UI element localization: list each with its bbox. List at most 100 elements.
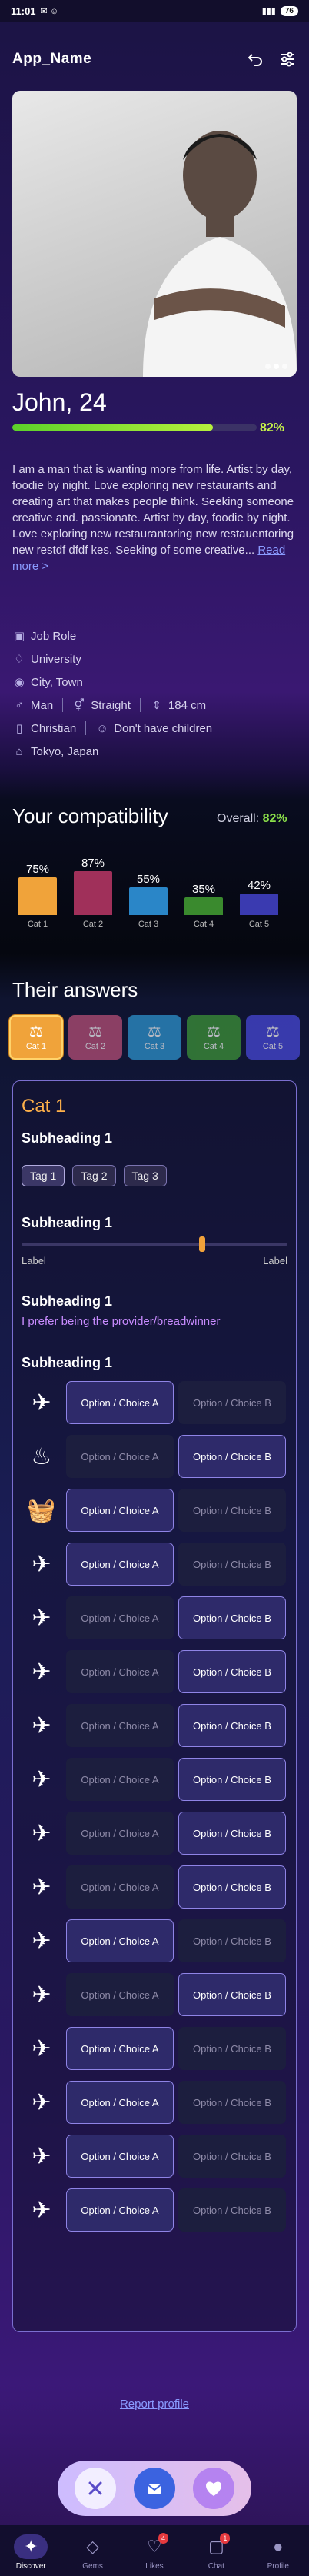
preference-text: I prefer being the provider/breadwinner [22,1315,221,1328]
option-a[interactable]: Option / Choice A [66,2188,174,2232]
answers-title: Their answers [12,978,138,1001]
slider-right-label: Label [263,1255,287,1266]
tag-chip[interactable]: Tag 1 [22,1165,65,1186]
option-a[interactable]: Option / Choice A [66,1650,174,1693]
option-b[interactable]: Option / Choice B [178,1758,286,1801]
chart-category-label: Cat 3 [138,920,159,929]
category-title: Cat 1 [22,1096,66,1117]
answer-row: ✈ Option / Choice A Option / Choice B [22,2081,287,2124]
fact-location: Tokyo, Japan [31,744,99,758]
nav-likes[interactable]: ♡ 4 Likes [127,2532,182,2571]
answer-row: ✈ Option / Choice A Option / Choice B [22,1973,287,2016]
profile-facts: ▣ Job Role ♢ University ◉ City, Town ♂ Man ⚥… [12,624,297,763]
option-b[interactable]: Option / Choice B [178,2135,286,2178]
heart-icon: ♡ 4 [141,2532,168,2559]
profile-name: John, 24 [12,388,107,416]
tag-chip[interactable]: Tag 3 [123,1165,167,1186]
option-b[interactable]: Option / Choice B [178,2081,286,2124]
family-icon: ☺ [96,721,108,735]
profile-photo[interactable] [12,91,297,377]
tab-cat-5[interactable]: ⚖ Cat 5 [246,1015,300,1060]
tab-cat-1[interactable]: ⚖ Cat 1 [9,1015,63,1060]
answer-row: ✈ Option / Choice A Option / Choice B [22,1758,287,1801]
chart-bar [240,894,278,915]
option-a[interactable]: Option / Choice A [66,1381,174,1424]
plane-icon: ✈ [32,2089,52,2115]
orientation-icon: ⚥ [74,699,85,712]
photo-dot[interactable] [282,364,287,369]
nav-label: Gems [82,2561,103,2571]
option-b[interactable]: Option / Choice B [178,1650,286,1693]
overall-label: Overall: [217,812,260,825]
report-profile-link[interactable]: Report profile [0,2398,309,2411]
undo-icon[interactable] [246,50,264,68]
answer-slider[interactable] [22,1236,287,1252]
option-a[interactable]: Option / Choice A [66,1812,174,1855]
male-icon: ♂ [15,698,24,712]
option-b[interactable]: Option / Choice B [178,1435,286,1478]
dislike-button[interactable] [74,2468,116,2509]
book-icon: ▯ [15,722,23,735]
option-a[interactable]: Option / Choice A [66,1758,174,1801]
match-progress-fill [12,424,213,431]
tab-cat-4[interactable]: ⚖ Cat 4 [187,1015,241,1060]
plane-icon: ✈ [32,1551,52,1577]
tag-chip[interactable]: Tag 2 [72,1165,116,1186]
option-b[interactable]: Option / Choice B [178,1543,286,1586]
answer-row: ✈ Option / Choice A Option / Choice B [22,1704,287,1747]
fact-religion: Christian [31,721,77,735]
option-a[interactable]: Option / Choice A [66,1919,174,1962]
answer-row: ✈ Option / Choice A Option / Choice B [22,1919,287,1962]
compatibility-chart: 75% Cat 1 87% Cat 2 55% Cat 3 35% Cat 4 42% Cat 5 [12,846,297,929]
option-a[interactable]: Option / Choice A [66,1489,174,1532]
photo-dot-active[interactable] [274,364,279,369]
option-a[interactable]: Option / Choice A [66,1435,174,1478]
option-b[interactable]: Option / Choice B [178,2027,286,2070]
photo-dot[interactable] [265,364,271,369]
answer-row: ✈ Option / Choice A Option / Choice B [22,1543,287,1586]
option-a[interactable]: Option / Choice A [66,1596,174,1639]
option-b[interactable]: Option / Choice B [178,1381,286,1424]
nav-chat[interactable]: ▢ 1 Chat [188,2532,244,2571]
option-a[interactable]: Option / Choice A [66,1865,174,1909]
like-button[interactable] [193,2468,235,2509]
option-a[interactable]: Option / Choice A [66,1543,174,1586]
option-b[interactable]: Option / Choice B [178,1489,286,1532]
slider-thumb[interactable] [199,1236,206,1252]
chart-category-label: Cat 1 [27,920,48,929]
message-button[interactable] [133,2468,175,2509]
option-b[interactable]: Option / Choice B [178,2188,286,2232]
option-b[interactable]: Option / Choice B [178,1704,286,1747]
nav-profile[interactable]: ● Profile [251,2534,306,2571]
chart-value-label: 87% [81,856,105,870]
option-a[interactable]: Option / Choice A [66,2081,174,2124]
option-b[interactable]: Option / Choice B [178,1812,286,1855]
battery-badge: 76 [280,5,298,16]
graduation-cap-icon: ♢ [14,653,25,666]
subheading: Subheading 1 [22,1293,113,1309]
match-progress-bar [12,424,257,431]
option-a[interactable]: Option / Choice A [66,2135,174,2178]
tab-cat-3[interactable]: ⚖ Cat 3 [128,1015,181,1060]
option-a[interactable]: Option / Choice A [66,2027,174,2070]
cooking-icon: ♨ [31,1443,52,1469]
diamond-icon: ◇ [86,2536,100,2556]
option-a[interactable]: Option / Choice A [66,1704,174,1747]
overall-compatibility: Overall: 82% [217,812,287,826]
answer-row: ✈ Option / Choice A Option / Choice B [22,1596,287,1639]
basket-icon: 🧺 [27,1497,56,1523]
option-b[interactable]: Option / Choice B [178,1973,286,2016]
option-b[interactable]: Option / Choice B [178,1596,286,1639]
plane-icon: ✈ [32,1874,52,1900]
plane-icon: ✈ [32,1928,52,1954]
filter-icon[interactable] [278,50,297,68]
nav-gems[interactable]: ◇ Gems [65,2534,121,2571]
nav-discover[interactable]: ✦ Discover [3,2534,58,2571]
category-tabs: ⚖ Cat 1 ⚖ Cat 2 ⚖ Cat 3 ⚖ Cat 4 ⚖ Cat 5 [9,1015,300,1060]
app-title: App_Name [12,51,92,67]
option-b[interactable]: Option / Choice B [178,1865,286,1909]
option-a[interactable]: Option / Choice A [66,1973,174,2016]
app-header: App_Name [0,40,309,78]
tab-cat-2[interactable]: ⚖ Cat 2 [68,1015,122,1060]
option-b[interactable]: Option / Choice B [178,1919,286,1962]
